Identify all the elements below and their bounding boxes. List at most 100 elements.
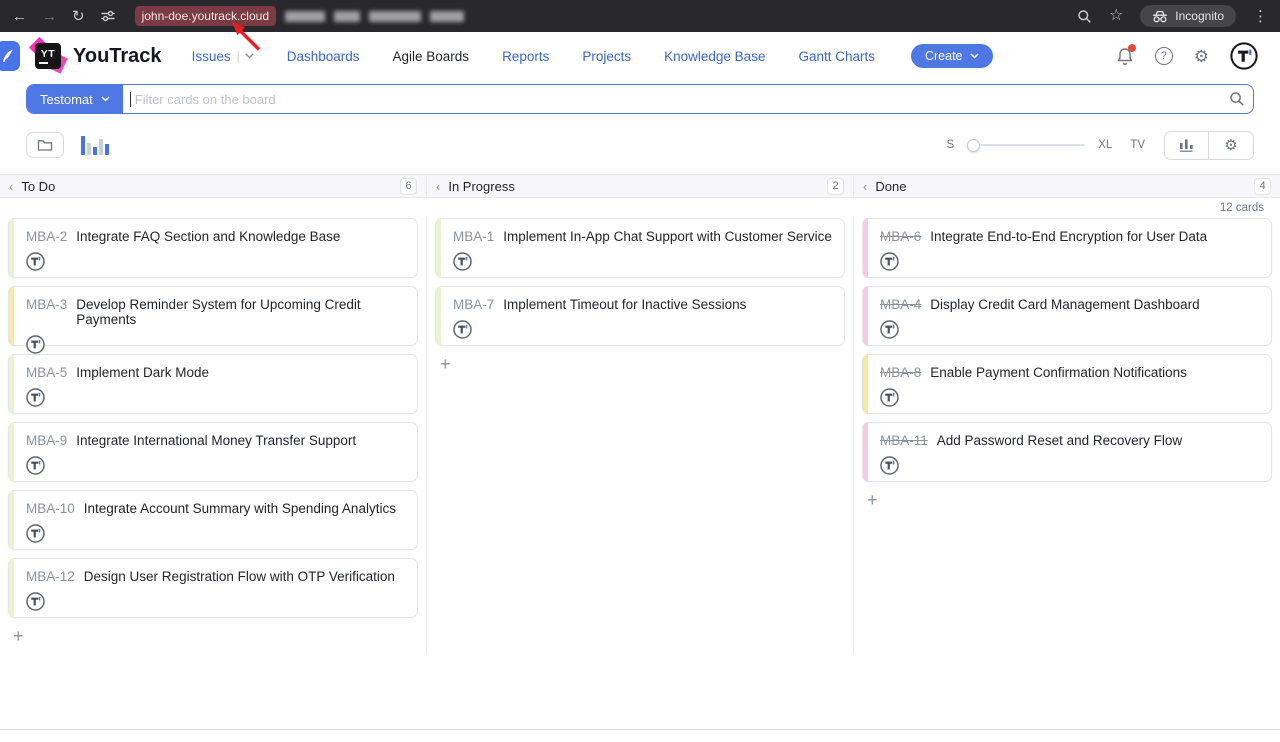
browser-reload-icon[interactable]: ↻	[72, 9, 85, 24]
chart-view-button[interactable]	[1165, 132, 1209, 159]
issue-card[interactable]: MBA-11 Add Password Reset and Recovery F…	[862, 422, 1272, 482]
assignee-avatar[interactable]	[26, 524, 405, 543]
issue-title[interactable]: Implement Dark Mode	[76, 365, 209, 380]
assignee-avatar[interactable]	[26, 388, 405, 407]
add-card-button[interactable]: +	[435, 354, 451, 373]
nav-item-reports[interactable]: Reports	[502, 49, 549, 64]
avatar[interactable]	[1230, 42, 1258, 70]
issue-title[interactable]: Integrate End-to-End Encryption for User…	[930, 229, 1207, 244]
issue-title[interactable]: Display Credit Card Management Dashboard	[930, 297, 1199, 312]
issue-card[interactable]: MBA-6 Integrate End-to-End Encryption fo…	[862, 218, 1272, 278]
issue-title[interactable]: Design User Registration Flow with OTP V…	[84, 569, 395, 584]
notifications-bell-icon[interactable]	[1116, 47, 1134, 66]
issue-id[interactable]: MBA-11	[880, 433, 928, 448]
issue-title[interactable]: Add Password Reset and Recovery Flow	[937, 433, 1182, 448]
issue-title[interactable]: Implement In-App Chat Support with Custo…	[503, 229, 832, 244]
issue-id[interactable]: MBA-2	[26, 229, 67, 244]
progress-chart-toggle-icon[interactable]	[81, 136, 109, 155]
assignee-avatar[interactable]	[880, 252, 1259, 271]
issue-title[interactable]: Integrate International Money Transfer S…	[76, 433, 356, 448]
nav-item-agile-boards[interactable]: Agile Boards	[393, 49, 470, 64]
create-button[interactable]: Create	[911, 44, 993, 68]
browser-back-icon[interactable]: ←	[12, 9, 27, 24]
issue-id[interactable]: MBA-9	[26, 433, 67, 448]
redacted-url-segment	[369, 11, 421, 22]
issue-title[interactable]: Integrate FAQ Section and Knowledge Base	[76, 229, 340, 244]
assignee-avatar[interactable]	[880, 320, 1259, 339]
add-card-button[interactable]: +	[8, 626, 24, 645]
chevron-down-icon	[101, 96, 110, 102]
filter-input[interactable]: Filter cards on the board	[123, 85, 1221, 113]
text-caret	[130, 92, 131, 107]
annotation-tool-icon[interactable]	[0, 41, 20, 71]
board-settings-button[interactable]: ⚙	[1209, 132, 1253, 159]
assignee-avatar[interactable]	[880, 456, 1259, 475]
issue-card[interactable]: MBA-7 Implement Timeout for Inactive Ses…	[435, 286, 845, 346]
issue-card[interactable]: MBA-9 Integrate International Money Tran…	[8, 422, 418, 482]
card-color-stripe	[9, 422, 14, 482]
assignee-avatar[interactable]	[26, 252, 405, 271]
issue-id[interactable]: MBA-6	[880, 229, 921, 244]
assignee-avatar[interactable]	[26, 456, 405, 475]
issue-title[interactable]: Enable Payment Confirmation Notification…	[930, 365, 1187, 380]
column-header[interactable]: ‹ To Do 6	[0, 175, 426, 197]
slider-track[interactable]	[980, 144, 1085, 146]
backlog-folder-button[interactable]	[26, 132, 64, 158]
tv-mode-button[interactable]: TV	[1130, 139, 1145, 151]
assignee-avatar[interactable]	[26, 592, 405, 611]
incognito-badge: Incognito	[1140, 5, 1236, 27]
address-bar[interactable]: john-doe.youtrack.cloud	[135, 6, 1062, 26]
issue-id[interactable]: MBA-12	[26, 569, 75, 584]
column-title: Done	[875, 179, 906, 194]
issue-title[interactable]: Implement Timeout for Inactive Sessions	[503, 297, 746, 312]
column-title: In Progress	[448, 179, 514, 194]
issue-card[interactable]: MBA-3 Develop Reminder System for Upcomi…	[8, 286, 418, 346]
search-icon[interactable]	[1221, 85, 1253, 113]
help-icon[interactable]: ?	[1155, 47, 1173, 65]
bookmark-star-icon[interactable]: ☆	[1109, 8, 1123, 24]
issue-card[interactable]: MBA-2 Integrate FAQ Section and Knowledg…	[8, 218, 418, 278]
nav-item-issues[interactable]: Issues |	[192, 49, 254, 64]
assignee-avatar[interactable]	[453, 320, 832, 339]
nav-item-gantt-charts[interactable]: Gantt Charts	[798, 49, 875, 64]
collapse-column-icon[interactable]: ‹	[436, 179, 440, 194]
issue-id[interactable]: MBA-4	[880, 297, 921, 312]
browser-search-icon[interactable]	[1077, 9, 1092, 24]
project-selector-button[interactable]: Testomat	[27, 85, 123, 113]
issue-card[interactable]: MBA-4 Display Credit Card Management Das…	[862, 286, 1272, 346]
issue-card[interactable]: MBA-5 Implement Dark Mode	[8, 354, 418, 414]
issue-card[interactable]: MBA-1 Implement In-App Chat Support with…	[435, 218, 845, 278]
settings-gear-icon[interactable]: ⚙	[1194, 48, 1209, 65]
collapse-column-icon[interactable]: ‹	[9, 179, 13, 194]
issue-id[interactable]: MBA-7	[453, 297, 494, 312]
issue-id[interactable]: MBA-5	[26, 365, 67, 380]
issue-card[interactable]: MBA-10 Integrate Account Summary with Sp…	[8, 490, 418, 550]
browser-menu-icon[interactable]: ⋮	[1253, 9, 1268, 24]
url-text[interactable]: john-doe.youtrack.cloud	[135, 6, 276, 26]
assignee-avatar[interactable]	[453, 252, 832, 271]
youtrack-logo[interactable]: YT YouTrack	[33, 41, 162, 71]
issue-title[interactable]: Integrate Account Summary with Spending …	[84, 501, 396, 516]
board-column: MBA-2 Integrate FAQ Section and Knowledg…	[0, 216, 426, 654]
card-size-slider[interactable]	[967, 139, 1085, 152]
add-card-button[interactable]: +	[862, 490, 878, 509]
assignee-avatar[interactable]	[880, 388, 1259, 407]
site-info-icon[interactable]	[100, 9, 116, 23]
column-header[interactable]: ‹ In Progress 2	[426, 175, 853, 197]
issue-id[interactable]: MBA-1	[453, 229, 494, 244]
browser-forward-icon[interactable]: →	[42, 9, 57, 24]
column-header[interactable]: ‹ Done 4	[853, 175, 1280, 197]
assignee-avatar[interactable]	[26, 335, 405, 354]
slider-knob[interactable]	[967, 139, 980, 152]
collapse-column-icon[interactable]: ‹	[863, 179, 867, 194]
issue-title[interactable]: Develop Reminder System for Upcoming Cre…	[76, 297, 405, 327]
nav-item-dashboards[interactable]: Dashboards	[287, 49, 360, 64]
nav-item-projects[interactable]: Projects	[582, 49, 631, 64]
nav-item-knowledge-base[interactable]: Knowledge Base	[664, 49, 765, 64]
issue-id[interactable]: MBA-10	[26, 501, 75, 516]
issue-card[interactable]: MBA-8 Enable Payment Confirmation Notifi…	[862, 354, 1272, 414]
card-color-stripe	[863, 286, 868, 346]
issue-id[interactable]: MBA-8	[880, 365, 921, 380]
issue-card[interactable]: MBA-12 Design User Registration Flow wit…	[8, 558, 418, 618]
issue-id[interactable]: MBA-3	[26, 297, 67, 312]
